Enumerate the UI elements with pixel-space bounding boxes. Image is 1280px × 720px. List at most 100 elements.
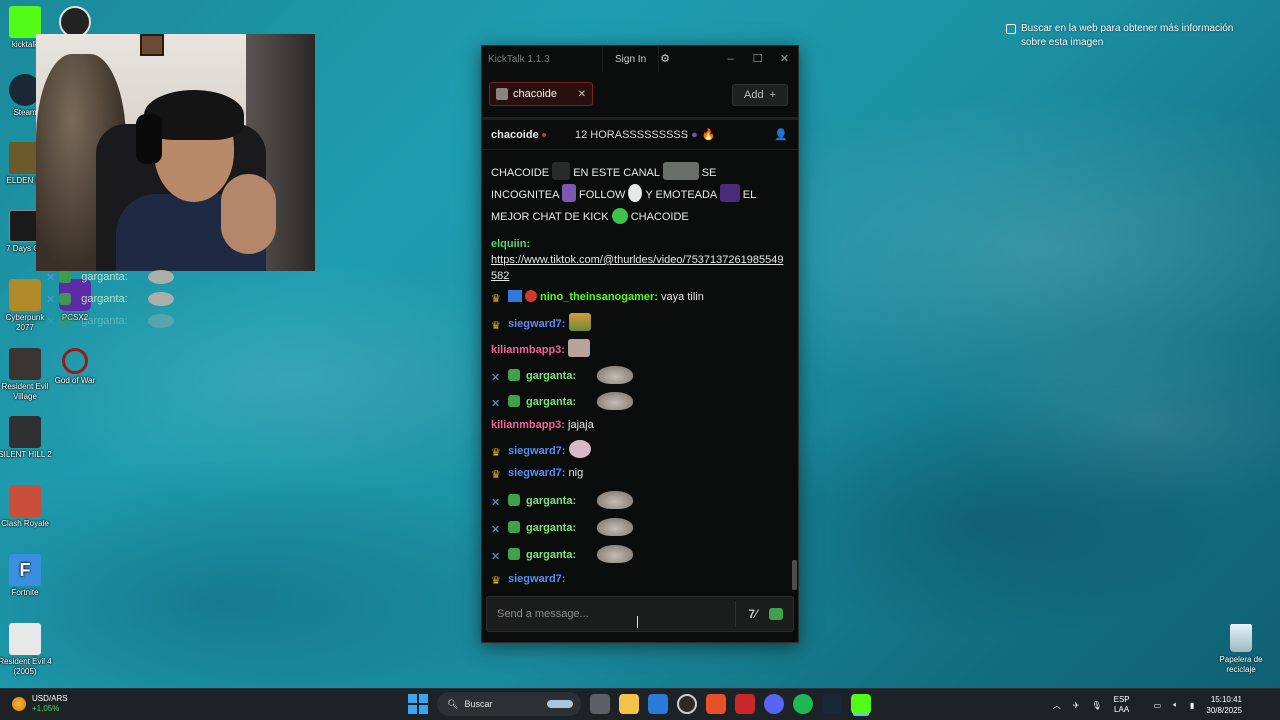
chevron-up-icon[interactable]: ︿ <box>1053 700 1061 711</box>
bot-badge-icon <box>508 395 520 407</box>
bot-badge-icon <box>508 521 520 533</box>
gear-icon[interactable]: ⚙ <box>658 52 672 66</box>
user-icon[interactable]: 👤 <box>774 128 788 141</box>
chat-username[interactable]: siegward7: <box>508 445 565 457</box>
overlay-chat-row: ✕ garganta: <box>46 266 174 288</box>
stream-chat-overlay: ✕ garganta: ✕ garganta: ✕ garganta: <box>46 266 174 332</box>
microphone-icon[interactable]: 🎙︎ <box>1091 701 1101 710</box>
sword-badge-icon: ✕ <box>46 293 56 306</box>
display-icon[interactable]: ▭ <box>1154 701 1162 710</box>
message-input[interactable]: Send a message... 7⁄ <box>486 596 794 632</box>
chat-username[interactable]: garganta: <box>526 495 576 507</box>
task-view-icon[interactable] <box>590 694 610 714</box>
chat-username[interactable]: siegward7: <box>508 467 565 479</box>
chat-username[interactable]: siegward7: <box>508 318 565 330</box>
chat-username[interactable]: nino_theinsanogamer: <box>540 291 658 303</box>
bing-icon[interactable] <box>648 694 668 714</box>
emote <box>561 184 576 202</box>
tab-chacoide[interactable]: chacoide ✕ <box>489 82 593 106</box>
close-tab-icon[interactable]: ✕ <box>578 89 586 100</box>
start-button[interactable] <box>408 694 428 714</box>
chat-username[interactable]: siegward7: <box>508 573 565 585</box>
channel-info-bar: chacoide 12 HORASSSSSSSSS ● 🔥 👤 <box>482 120 798 150</box>
bot-badge-icon <box>508 494 520 506</box>
movie-maker-icon[interactable] <box>735 694 755 714</box>
emote-picker-icon[interactable] <box>769 608 783 620</box>
desktop-icon-recycle-bin[interactable]: Papelera de reciclaje <box>1212 624 1270 675</box>
chat-username[interactable]: kilianmbapp3: <box>491 344 565 356</box>
language-indicator[interactable]: ESP LAA <box>1114 695 1142 715</box>
chat-scrollbar[interactable] <box>792 560 797 590</box>
cat-emote <box>147 270 174 284</box>
kicktalk-window: KickTalk 1.1.3 Sign In ⚙ – ☐ ✕ chacoide … <box>481 45 799 643</box>
cat-emote <box>597 518 634 536</box>
cat-emote <box>597 491 634 509</box>
chat-link[interactable]: https://www.tiktok.com/@thurldes/video/7… <box>491 254 783 282</box>
cat-emote <box>597 366 634 384</box>
discord-icon[interactable] <box>764 694 784 714</box>
file-explorer-icon[interactable] <box>619 694 639 714</box>
crown-badge-icon: ♛ <box>491 320 501 332</box>
god-of-war-icon <box>62 348 88 374</box>
sword-badge-icon: ✕ <box>491 497 501 509</box>
chat-username[interactable]: elquiin: <box>491 238 530 250</box>
steam-taskbar-icon[interactable] <box>822 694 842 714</box>
maximize-button[interactable]: ☐ <box>744 46 771 72</box>
bot-badge-icon <box>508 548 520 560</box>
lens-icon <box>1006 24 1016 34</box>
chat-messages[interactable]: CHACOIDE EN ESTE CANAL SE INCOGNITEA FOL… <box>482 158 798 598</box>
re4-icon <box>9 623 41 655</box>
lens-search-hint[interactable]: Buscar en la web para obtener más inform… <box>1006 22 1256 50</box>
desktop-icon-cyberpunk[interactable]: Cyberpunk 2077 <box>0 279 52 333</box>
brave-icon[interactable] <box>706 694 726 714</box>
taskbar-search[interactable]: 🔍︎ Buscar <box>437 692 581 716</box>
chat-message: CHACOIDE EN ESTE CANAL SE <box>491 158 789 180</box>
spotify-icon[interactable] <box>793 694 813 714</box>
fire-icon: 🔥 <box>701 129 716 141</box>
chat-message: INCOGNITEA FOLLOW Y EMOTEADA EL <box>491 180 789 202</box>
chat-username[interactable]: garganta: <box>526 549 576 561</box>
window-titlebar[interactable]: KickTalk 1.1.3 Sign In ⚙ – ☐ ✕ <box>482 46 798 72</box>
desktop-icon-re-village[interactable]: Resident Evil Village <box>0 348 52 402</box>
kicktalk-taskbar-icon[interactable] <box>851 694 871 714</box>
chat-username[interactable]: garganta: <box>526 370 576 382</box>
sword-badge-icon: ✕ <box>46 315 56 328</box>
channel-avatar <box>496 88 508 100</box>
close-button[interactable]: ✕ <box>771 46 798 72</box>
chat-username[interactable]: kilianmbapp3: <box>491 419 565 431</box>
desktop-icon-god-of-war[interactable]: God of War <box>48 348 102 386</box>
desktop-icon-silent-hill[interactable]: SILENT HILL 2 <box>0 416 52 460</box>
re-village-icon <box>9 348 41 380</box>
clock[interactable]: 15:10:41 30/8/2025 <box>1206 694 1254 716</box>
market-widget[interactable]: USD/ARS +1,05% <box>12 694 68 714</box>
stream-title: 12 HORASSSSSSSSS ● 🔥 <box>575 129 716 141</box>
network-icon[interactable]: ✈ <box>1073 701 1080 710</box>
webcam-overlay <box>36 34 315 271</box>
emote-icon: ● <box>691 129 698 141</box>
volume-icon[interactable]: 🔈︎ <box>1173 700 1178 710</box>
chat-message: ✕ garganta: <box>491 387 789 412</box>
search-highlight-image <box>547 700 573 708</box>
desktop-icon-re4[interactable]: Resident Evil 4 (2005) <box>0 623 52 677</box>
minimize-button[interactable]: – <box>717 46 744 72</box>
translate-icon[interactable]: 7⁄ <box>748 607 757 621</box>
chat-username[interactable]: garganta: <box>526 522 576 534</box>
chat-message: ♛ siegward7: <box>491 308 789 334</box>
desktop-icon-clash-royale[interactable]: Clash Royale <box>0 485 52 529</box>
input-divider <box>735 601 737 627</box>
obs-taskbar-icon[interactable] <box>677 694 697 714</box>
cat-emote <box>147 314 174 328</box>
plus-icon: + <box>769 89 776 101</box>
battery-icon[interactable]: ▮ <box>1190 701 1194 710</box>
add-chatroom-button[interactable]: Add + <box>732 84 788 106</box>
verified-icon <box>611 208 628 224</box>
sword-badge-icon: ✕ <box>491 372 501 384</box>
desktop-icon-fortnite[interactable]: F Fortnite <box>0 554 52 598</box>
chat-username[interactable]: garganta: <box>526 396 576 408</box>
channel-name: chacoide <box>491 128 539 141</box>
emote <box>568 313 591 331</box>
sign-in-button[interactable]: Sign In <box>602 46 660 72</box>
fortnite-icon: F <box>9 554 41 586</box>
crown-badge-icon: ♛ <box>491 293 501 305</box>
chat-message: MEJOR CHAT DE KICK CHACOIDE <box>491 202 789 228</box>
